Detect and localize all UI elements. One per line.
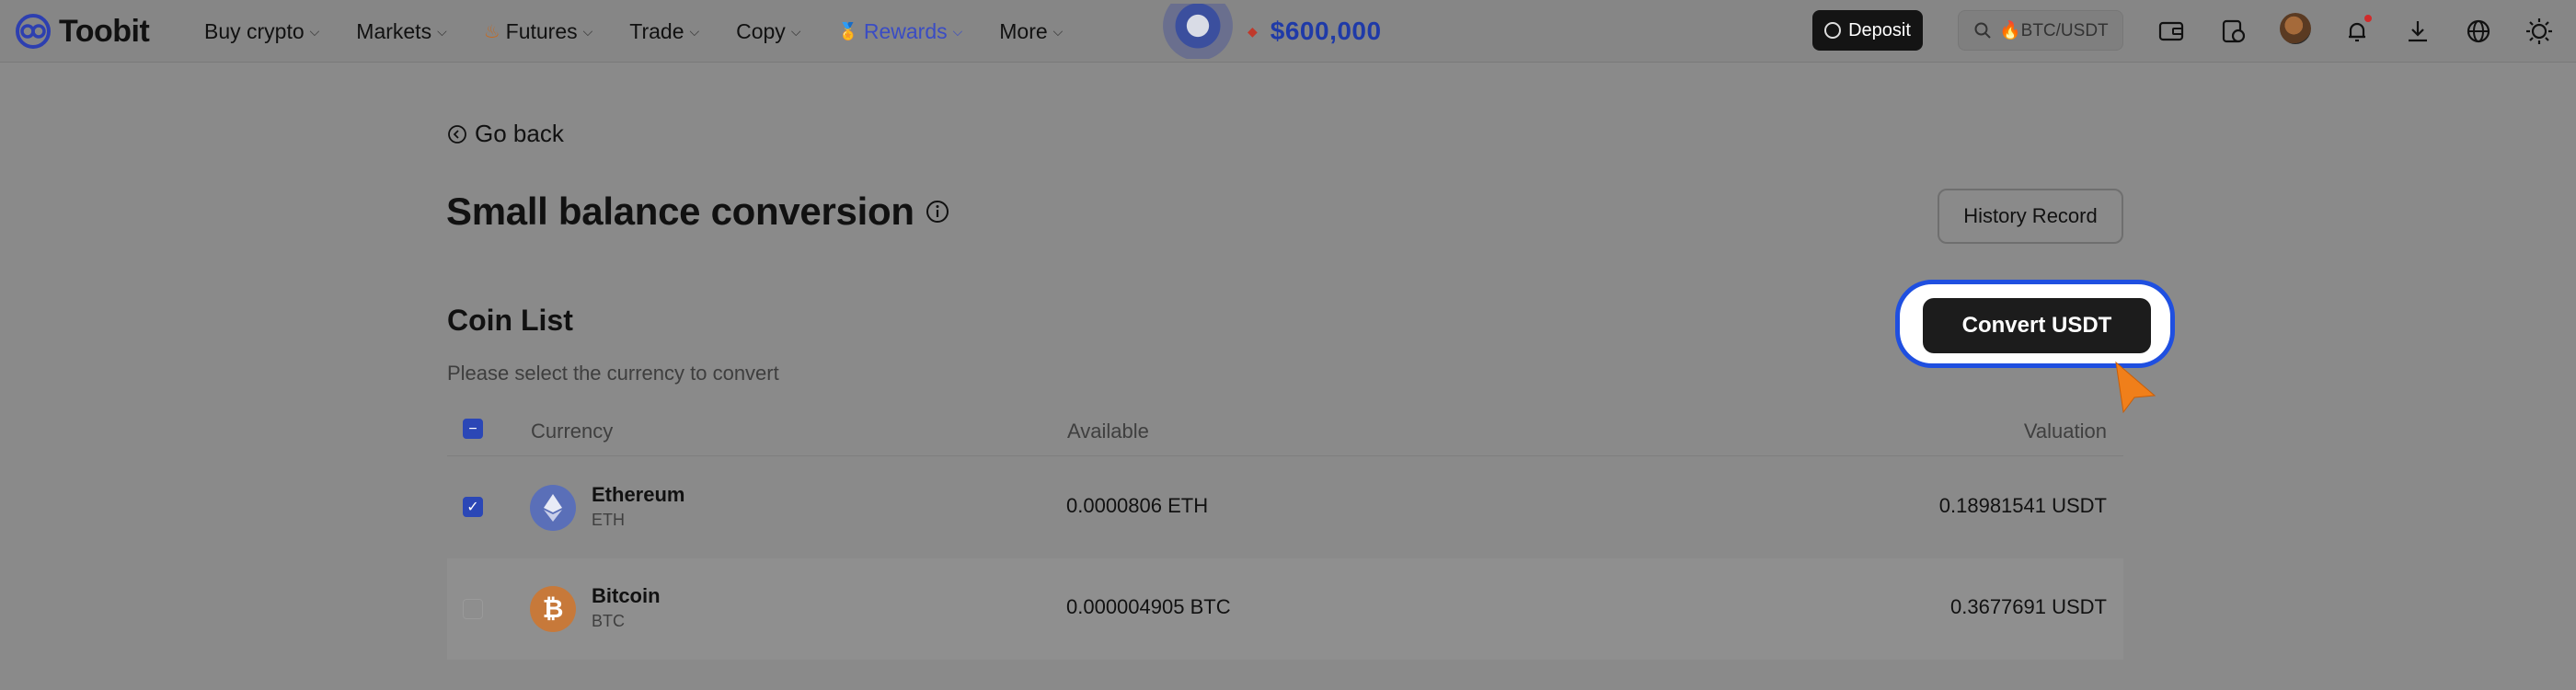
- history-record-button[interactable]: History Record: [1938, 189, 2123, 244]
- promo-bullet-icon: ◆: [1248, 23, 1258, 39]
- coin-symbol: ETH: [592, 511, 625, 529]
- coin-list-subtitle: Please select the currency to convert: [447, 362, 779, 385]
- header-available: Available: [1067, 420, 1149, 443]
- row-checkbox[interactable]: [463, 599, 483, 619]
- deposit-icon: [1824, 22, 1842, 39]
- minus-icon: −: [468, 421, 477, 437]
- nav-label: Copy: [736, 18, 786, 43]
- chevron-down-icon: ⌵: [437, 23, 447, 39]
- nav-label: Markets: [356, 18, 432, 43]
- nav-trade[interactable]: Trade ⌵: [629, 19, 699, 44]
- nav-label: Buy crypto: [204, 18, 305, 43]
- flame-icon: ♨: [483, 21, 500, 42]
- deposit-label: Deposit: [1848, 19, 1911, 40]
- chevron-down-icon: ⌵: [1052, 23, 1064, 39]
- check-icon: ✓: [466, 500, 479, 515]
- mouse-cursor-icon: [2115, 361, 2156, 414]
- chevron-down-icon: ⌵: [952, 23, 963, 39]
- coin-name: Bitcoin: [592, 584, 661, 607]
- chevron-down-icon: ⌵: [309, 23, 320, 39]
- orders-icon[interactable]: [2217, 15, 2250, 48]
- chevron-down-icon: ⌵: [582, 23, 593, 39]
- brand-name: Toobit: [59, 13, 150, 49]
- table-row[interactable]: ₿ Bitcoin BTC 0.000004905 BTC 0.3677691 …: [447, 558, 2123, 660]
- table-header: − Currency Available Valuation: [447, 412, 2123, 456]
- chevron-down-icon: ⌵: [790, 23, 801, 39]
- go-back-label: Go back: [475, 120, 564, 147]
- promo-banner[interactable]: ◆ $600,000: [1161, 4, 1382, 59]
- valuation-amount: 0.3677691 USDT: [1950, 595, 2107, 618]
- header-valuation: Valuation: [2023, 420, 2107, 443]
- row-checkbox[interactable]: ✓: [463, 497, 483, 517]
- nav-futures[interactable]: ♨ Futures ⌵: [484, 19, 593, 44]
- available-amount: 0.000004905 BTC: [1066, 595, 1231, 618]
- nav-buy-crypto[interactable]: Buy crypto ⌵: [204, 19, 319, 44]
- top-navbar: Toobit Buy crypto ⌵ Markets ⌵ ♨ Futures ⌵ Tr…: [0, 0, 2576, 63]
- theme-toggle-icon[interactable]: [2523, 15, 2556, 48]
- search-input[interactable]: 🔥BTC/USDT: [1958, 10, 2123, 51]
- table-row[interactable]: ✓ Ethereum ETH 0.0000806 ETH 0.18981541 …: [447, 457, 2123, 558]
- nav-label: Rewards: [863, 18, 948, 43]
- nav-more[interactable]: More ⌵: [999, 19, 1063, 44]
- search-icon: [1974, 22, 1991, 39]
- convert-usdt-button[interactable]: Convert USDT: [1923, 298, 2151, 353]
- header-currency: Currency: [531, 420, 614, 443]
- globe-icon[interactable]: [2462, 15, 2495, 48]
- select-all-checkbox[interactable]: −: [463, 419, 483, 439]
- nav-rewards[interactable]: 🏅 Rewards ⌵: [837, 19, 962, 44]
- bell-icon[interactable]: [2340, 15, 2374, 48]
- page-title-text: Small balance conversion: [446, 190, 914, 233]
- promo-mascot-image: [1161, 4, 1235, 59]
- ethereum-icon: [530, 485, 576, 531]
- go-back-link[interactable]: Go back: [447, 120, 564, 148]
- promo-amount: $600,000: [1270, 17, 1382, 45]
- bitcoin-icon: ₿: [530, 586, 576, 632]
- chevron-down-icon: ⌵: [689, 23, 700, 39]
- toobit-logo-icon: [16, 14, 51, 49]
- back-arrow-icon: [448, 124, 466, 144]
- wallet-icon[interactable]: [2155, 15, 2188, 48]
- notification-dot: [2364, 15, 2372, 22]
- page-title: Small balance conversion: [446, 190, 949, 234]
- logo[interactable]: Toobit: [15, 13, 150, 50]
- main-nav: Buy crypto ⌵ Markets ⌵ ♨ Futures ⌵ Trade ⌵ Co…: [204, 0, 1099, 63]
- coin-list-title: Coin List: [447, 304, 573, 337]
- avatar[interactable]: [2280, 13, 2311, 44]
- nav-label: More: [999, 18, 1048, 43]
- nav-markets[interactable]: Markets ⌵: [356, 19, 446, 44]
- medal-icon: 🏅: [837, 21, 858, 40]
- valuation-amount: 0.18981541 USDT: [1938, 494, 2107, 517]
- search-placeholder: 🔥BTC/USDT: [1999, 21, 2109, 40]
- download-icon[interactable]: [2401, 15, 2434, 48]
- coin-symbol: BTC: [592, 612, 625, 630]
- coin-name: Ethereum: [592, 483, 685, 506]
- nav-copy[interactable]: Copy ⌵: [736, 19, 800, 44]
- available-amount: 0.0000806 ETH: [1066, 494, 1209, 517]
- nav-label: Futures: [505, 18, 578, 43]
- deposit-button[interactable]: Deposit: [1812, 10, 1923, 51]
- info-icon[interactable]: [926, 200, 949, 224]
- nav-label: Trade: [629, 18, 684, 43]
